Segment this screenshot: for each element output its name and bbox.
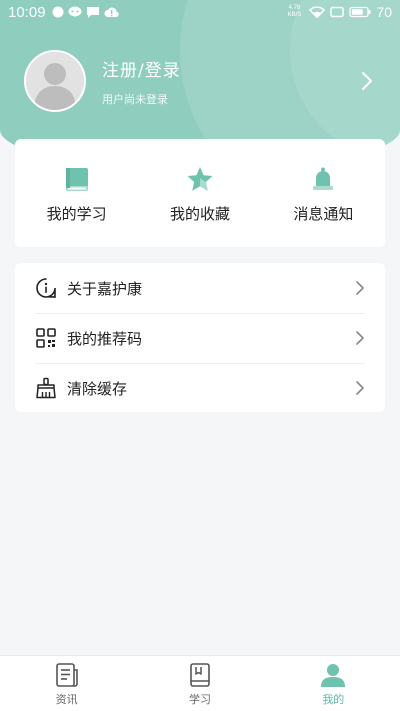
cloud-alert-icon bbox=[104, 7, 119, 18]
book-icon bbox=[62, 165, 92, 195]
tab-news-label: 资讯 bbox=[55, 693, 78, 706]
chevron-right-icon bbox=[356, 381, 364, 395]
notification-icons bbox=[52, 6, 119, 18]
notifications-button[interactable]: 消息通知 bbox=[262, 139, 385, 247]
study-icon bbox=[190, 663, 210, 687]
profile-screen: 10:09 4.78 KB/S 70 注册/登录 用户尚未登录 我的学习 我的收… bbox=[0, 0, 400, 711]
notification-dot-icon bbox=[52, 6, 64, 18]
menu-item-clear-cache[interactable]: 清除缓存 bbox=[15, 363, 385, 413]
status-time: 10:09 bbox=[8, 3, 46, 21]
settings-menu: 关于嘉护康 我的推荐码 清除缓存 bbox=[15, 263, 385, 412]
menu-item-referral-code[interactable]: 我的推荐码 bbox=[15, 313, 385, 363]
menu-item-about[interactable]: 关于嘉护康 bbox=[15, 263, 385, 313]
login-register-label[interactable]: 注册/登录 bbox=[102, 56, 181, 81]
broom-icon bbox=[35, 377, 57, 399]
avatar[interactable] bbox=[24, 50, 86, 112]
network-speed: 4.78 KB/S bbox=[284, 5, 304, 19]
my-study-button[interactable]: 我的学习 bbox=[15, 139, 138, 247]
chevron-right-icon[interactable] bbox=[360, 70, 374, 92]
news-icon bbox=[55, 663, 78, 687]
tab-study-label: 学习 bbox=[188, 693, 211, 706]
chat-bubble-icon bbox=[68, 6, 82, 17]
my-study-label: 我的学习 bbox=[46, 205, 107, 223]
chevron-right-icon bbox=[356, 331, 364, 345]
my-favorites-label: 我的收藏 bbox=[169, 205, 230, 223]
tab-mine[interactable]: 我的 bbox=[267, 656, 400, 711]
menu-item-label: 关于嘉护康 bbox=[67, 279, 143, 298]
screen-cast-icon bbox=[330, 6, 345, 18]
tab-study[interactable]: 学习 bbox=[133, 656, 266, 711]
bell-icon bbox=[308, 165, 338, 195]
my-favorites-button[interactable]: 我的收藏 bbox=[138, 139, 261, 247]
star-icon bbox=[185, 165, 215, 195]
bottom-navigation: 资讯 学习 我的 bbox=[0, 655, 400, 711]
user-icon bbox=[321, 664, 346, 687]
network-speed-value: 4.78 bbox=[288, 5, 301, 11]
menu-item-label: 我的推荐码 bbox=[67, 329, 143, 348]
profile-header[interactable]: 注册/登录 用户尚未登录 bbox=[24, 50, 384, 112]
status-bar: 10:09 4.78 KB/S 70 bbox=[0, 0, 400, 24]
battery-icon bbox=[349, 6, 371, 18]
chevron-right-icon bbox=[356, 281, 364, 295]
info-icon bbox=[35, 277, 57, 299]
status-right: 4.78 KB/S 70 bbox=[284, 4, 392, 20]
qr-code-icon bbox=[35, 327, 57, 349]
network-speed-unit: KB/S bbox=[287, 12, 302, 18]
default-avatar-icon bbox=[26, 52, 84, 110]
quick-actions-card: 我的学习 我的收藏 消息通知 bbox=[15, 139, 385, 247]
message-icon bbox=[86, 7, 99, 18]
tab-news[interactable]: 资讯 bbox=[0, 656, 133, 711]
tab-mine-label: 我的 bbox=[322, 693, 345, 706]
battery-level: 70 bbox=[376, 4, 392, 20]
notifications-label: 消息通知 bbox=[293, 205, 354, 223]
wifi-icon bbox=[309, 6, 326, 18]
login-status-text: 用户尚未登录 bbox=[102, 92, 168, 106]
menu-item-label: 清除缓存 bbox=[67, 379, 128, 398]
profile-text: 注册/登录 用户尚未登录 bbox=[102, 56, 181, 107]
